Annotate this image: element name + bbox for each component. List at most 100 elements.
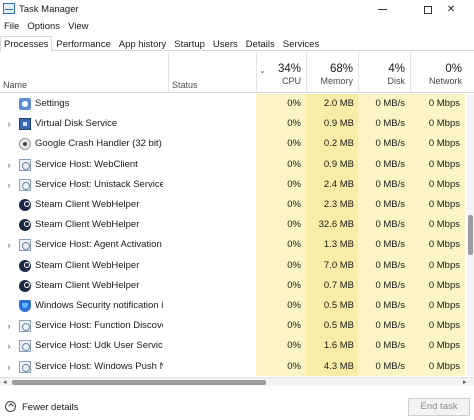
column-network[interactable]: 0% Network	[410, 52, 467, 93]
process-disk: 0 MB/s	[375, 138, 405, 150]
column-memory[interactable]: 68% Memory	[306, 52, 358, 93]
process-memory: 0.7 MB	[323, 279, 354, 291]
expand-chevron-icon[interactable]: ›	[5, 160, 13, 170]
tab-processes[interactable]: Processes	[0, 36, 53, 52]
process-cpu: 0%	[287, 320, 301, 332]
steam-icon	[19, 219, 31, 232]
memory-total: 68%	[329, 63, 353, 75]
process-disk: 0 MB/s	[375, 178, 405, 190]
process-row[interactable]: › Service Host: Unistack Service G... 0% 2.…	[0, 174, 467, 195]
process-memory: 0.5 MB	[323, 320, 354, 332]
process-cpu: 0%	[287, 158, 301, 170]
horizontal-scrollbar[interactable]: ◂ ▸	[0, 377, 474, 386]
process-memory: 0.5 MB	[323, 300, 354, 311]
process-row[interactable]: Steam Client WebHelper 0% 32.6 MB 0 MB/s 0 M…	[0, 215, 467, 236]
tab-app-history[interactable]: App history	[115, 36, 171, 50]
menu-view[interactable]: View	[64, 19, 92, 35]
process-network: 0 Mbps	[428, 118, 460, 130]
process-row[interactable]: Settings 0% 2.0 MB 0 MB/s 0 Mbps	[0, 94, 467, 115]
process-name: Service Host: Function Discover...	[35, 320, 163, 332]
process-name: Steam Client WebHelper	[35, 259, 140, 271]
memory-label: Memory	[320, 76, 353, 86]
crash-handler-icon	[19, 138, 31, 151]
close-button[interactable]: ✕	[428, 0, 474, 19]
process-cpu: 0%	[287, 98, 301, 109]
expand-chevron-icon[interactable]: ›	[5, 362, 13, 372]
tab-performance[interactable]: Performance	[52, 36, 114, 50]
windows-security-shield-icon	[19, 300, 31, 312]
expand-chevron-icon[interactable]: ›	[5, 240, 13, 250]
process-network: 0 Mbps	[428, 98, 460, 109]
process-network: 0 Mbps	[428, 239, 460, 251]
process-row[interactable]: › Service Host: WebClient 0% 0.9 MB 0 MB/s 0 …	[0, 154, 467, 175]
menu-options[interactable]: Options	[23, 19, 64, 35]
column-header: Name Status ⌄ 34% CPU 68% Memory 4% Disk…	[0, 52, 474, 93]
expand-chevron-icon[interactable]: ›	[5, 180, 13, 190]
tab-details[interactable]: Details	[242, 36, 279, 50]
service-host-icon	[19, 178, 31, 191]
column-status[interactable]: Status	[172, 80, 198, 90]
virtual-disk-icon	[19, 118, 31, 131]
process-row[interactable]: Steam Client WebHelper 0% 0.7 MB 0 MB/s 0 Mb…	[0, 275, 467, 296]
vertical-scrollbar[interactable]	[467, 94, 474, 376]
process-row[interactable]: Google Crash Handler (32 bit) 0% 0.2 MB 0 M…	[0, 134, 467, 155]
expand-chevron-icon[interactable]: ›	[5, 321, 13, 331]
disk-label: Disk	[387, 76, 406, 86]
process-memory: 2.0 MB	[323, 98, 354, 109]
menu-file[interactable]: File	[0, 19, 23, 35]
vertical-scroll-thumb[interactable]	[468, 215, 473, 255]
process-cpu: 0%	[287, 138, 301, 150]
column-name[interactable]: Name	[3, 80, 27, 90]
column-cpu[interactable]: 34% CPU	[256, 52, 306, 93]
process-row[interactable]: Steam Client WebHelper 0% 2.3 MB 0 MB/s 0 Mb…	[0, 195, 467, 216]
expand-chevron-icon[interactable]: ›	[5, 119, 13, 129]
process-name: Steam Client WebHelper	[35, 279, 140, 291]
fewer-details-link[interactable]: Fewer details	[22, 402, 79, 413]
process-row[interactable]: › Service Host: Windows Push No... 0% 4.3 M…	[0, 356, 467, 376]
tab-users[interactable]: Users	[209, 36, 242, 50]
horizontal-scroll-thumb[interactable]	[12, 380, 266, 385]
network-label: Network	[428, 76, 462, 86]
expand-chevron-icon[interactable]: ›	[5, 341, 13, 351]
minimize-button[interactable]	[359, 0, 405, 19]
steam-icon	[19, 199, 31, 211]
process-disk: 0 MB/s	[375, 219, 405, 231]
process-memory: 1.3 MB	[323, 239, 354, 251]
process-network: 0 Mbps	[428, 320, 460, 332]
process-network: 0 Mbps	[428, 158, 460, 170]
process-row[interactable]: › Service Host: Agent Activation R... 0% 1.…	[0, 235, 467, 256]
tab-startup[interactable]: Startup	[170, 36, 209, 50]
process-row[interactable]: Steam Client WebHelper 0% 7.0 MB 0 MB/s 0 Mb…	[0, 255, 467, 276]
process-disk: 0 MB/s	[375, 239, 405, 251]
chevron-up-circle-icon[interactable]	[5, 401, 16, 412]
process-name: Steam Client WebHelper	[35, 199, 140, 210]
process-network: 0 Mbps	[428, 178, 460, 190]
process-network: 0 Mbps	[428, 360, 460, 372]
process-network: 0 Mbps	[428, 199, 460, 210]
process-cpu: 0%	[287, 340, 301, 352]
process-network: 0 Mbps	[428, 340, 460, 352]
end-task-button[interactable]: End task	[408, 398, 470, 416]
process-memory: 2.4 MB	[323, 178, 354, 190]
service-host-icon	[19, 360, 31, 373]
scroll-right-icon[interactable]: ▸	[463, 378, 467, 387]
process-name: Windows Security notification ic...	[35, 300, 163, 311]
process-row[interactable]: › Service Host: Function Discover... 0% 0.5…	[0, 316, 467, 337]
process-name: Steam Client WebHelper	[35, 219, 140, 231]
column-disk[interactable]: 4% Disk	[358, 52, 410, 93]
process-name: Google Crash Handler (32 bit)	[35, 138, 162, 150]
process-disk: 0 MB/s	[375, 199, 405, 210]
tab-services[interactable]: Services	[279, 36, 323, 50]
process-row[interactable]: Windows Security notification ic... 0% 0.5…	[0, 296, 467, 317]
service-host-icon	[19, 158, 31, 171]
process-disk: 0 MB/s	[375, 340, 405, 352]
process-name: Service Host: WebClient	[35, 158, 138, 170]
window-title: Task Manager	[19, 4, 79, 15]
process-row[interactable]: › Service Host: Udk User Service_... 0% 1.6…	[0, 336, 467, 357]
cpu-label: CPU	[281, 76, 301, 86]
process-disk: 0 MB/s	[375, 300, 405, 311]
scroll-left-icon[interactable]: ◂	[3, 378, 7, 387]
process-row[interactable]: › Virtual Disk Service 0% 0.9 MB 0 MB/s 0 Mbp…	[0, 114, 467, 135]
process-disk: 0 MB/s	[375, 98, 405, 109]
process-cpu: 0%	[287, 118, 301, 130]
